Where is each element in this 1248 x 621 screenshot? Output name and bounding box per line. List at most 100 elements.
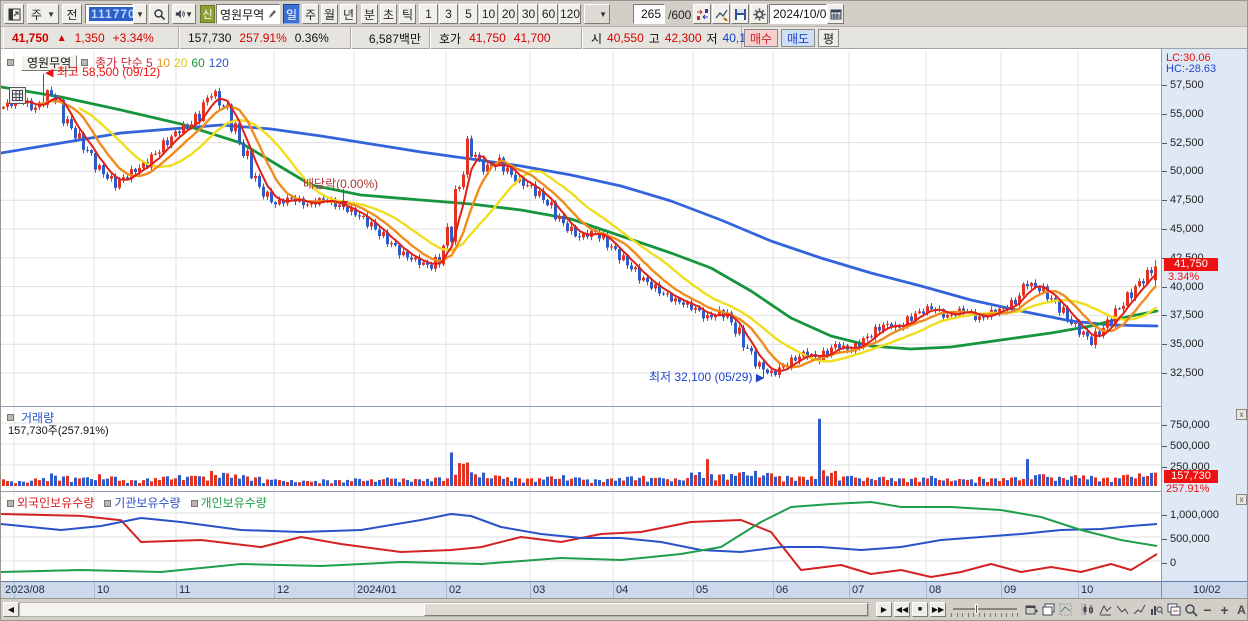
sound-icon[interactable]: ▼ xyxy=(172,4,196,24)
trade-value-cell: 6,587백만 xyxy=(351,27,430,49)
candle-count-input[interactable]: 265 xyxy=(633,4,665,24)
price-tick-label: 47,500 xyxy=(1170,194,1204,206)
slider-tick xyxy=(951,613,952,617)
peak-chart-icon[interactable] xyxy=(1097,601,1114,618)
legend-square-icon xyxy=(7,414,14,421)
price-change: 1,350 xyxy=(74,31,105,45)
settings-gear-icon[interactable] xyxy=(750,4,768,24)
period-button-월[interactable]: 월 xyxy=(321,4,338,24)
interval-button-1[interactable]: 1 xyxy=(419,4,438,24)
scroll-left-icon[interactable]: ◀ xyxy=(3,602,19,617)
volume-pane[interactable]: 거래량 157,730주(257.91%) xyxy=(1,407,1161,491)
price-tick-dash xyxy=(1162,315,1167,316)
avg-button[interactable]: 평 xyxy=(818,29,839,47)
date-label: 10 xyxy=(97,584,110,596)
interval-button-3[interactable]: 3 xyxy=(439,4,458,24)
date-axis[interactable]: 10/02 2023/08 10 11 12 2024/01 02 03 04 05 06 07 08… xyxy=(1,581,1247,599)
date-cell-divider xyxy=(1001,582,1002,599)
play-icon[interactable]: ▶ xyxy=(876,602,892,617)
tick-button-초[interactable]: 초 xyxy=(380,4,397,24)
cascade-windows-icon[interactable] xyxy=(1040,601,1057,618)
new-window-icon[interactable] xyxy=(1023,601,1040,618)
trendline-tool-icon[interactable] xyxy=(712,4,730,24)
holdings-pane[interactable]: 외국인보유수량 기관보유수량 개인보유수량 xyxy=(1,492,1161,581)
date-cell-divider xyxy=(94,582,95,599)
rewind-icon[interactable]: ◀◀ xyxy=(894,602,910,617)
compare-chart-icon[interactable] xyxy=(693,4,711,24)
low-annotation: 최저 32,100 (05/29) ▶ xyxy=(649,370,765,384)
prev-stock-button[interactable]: 전 xyxy=(62,4,82,24)
close-icon[interactable]: x xyxy=(1236,409,1247,420)
scrollbar-thumb[interactable] xyxy=(424,603,868,616)
pane-divider[interactable] xyxy=(1,491,1247,492)
interval-button-5[interactable]: 5 xyxy=(459,4,478,24)
date-picker-input[interactable]: 2024/10/02 xyxy=(769,4,833,24)
window-split-icon[interactable] xyxy=(4,4,24,24)
interval-button-20[interactable]: 20 xyxy=(499,4,518,24)
price-pane[interactable]: 영원무역 종가 단순 5 10 20 60 120 ◀ 최고 58,500 (0… xyxy=(1,51,1161,406)
candle-chart-icon[interactable] xyxy=(1080,601,1097,618)
chart-scrollbar[interactable] xyxy=(19,602,869,617)
save-icon[interactable] xyxy=(731,4,749,24)
chart-type-label: 주 xyxy=(31,7,43,22)
zoom-in-icon[interactable]: + xyxy=(1216,601,1233,618)
high-label: 고 xyxy=(648,31,660,46)
interval-button-60[interactable]: 60 xyxy=(539,4,558,24)
zoom-out-icon[interactable]: − xyxy=(1199,601,1216,618)
period-button-년[interactable]: 년 xyxy=(340,4,357,24)
stock-code-input[interactable]: 111770 xyxy=(85,4,138,24)
up-arrow-icon: ▲ xyxy=(56,32,67,44)
pane-divider[interactable] xyxy=(1,406,1247,407)
price-tick-label: 45,000 xyxy=(1170,223,1204,235)
slider-tick xyxy=(956,613,958,617)
fast-forward-icon[interactable]: ▶▶ xyxy=(930,602,946,617)
zoom-icon[interactable] xyxy=(1182,601,1199,618)
open-label: 시 xyxy=(591,31,603,46)
calendar-icon[interactable] xyxy=(827,4,844,24)
chart-type-combo[interactable]: 주 ▼ xyxy=(27,4,59,24)
volume-search-icon[interactable] xyxy=(1148,601,1165,618)
custom-interval-combo[interactable]: ▼ xyxy=(584,4,610,24)
volume-ratio: 257.91% xyxy=(239,31,287,45)
font-size-icon[interactable]: A xyxy=(1233,601,1247,618)
slider-tick xyxy=(1011,613,1013,617)
stop-icon[interactable]: ■ xyxy=(912,602,928,617)
search-icon[interactable] xyxy=(149,4,169,24)
date-label: 03 xyxy=(533,584,546,596)
price-tick-dash xyxy=(1162,200,1167,201)
legend-ma120: 120 xyxy=(208,55,229,70)
tick-button-틱[interactable]: 틱 xyxy=(399,4,416,24)
stock-code-dropdown[interactable]: ▼ xyxy=(133,4,147,24)
price-tick-label: 32,500 xyxy=(1170,367,1204,379)
date-cell-divider xyxy=(926,582,927,599)
period-button-일[interactable]: 일 xyxy=(283,4,300,24)
hoga-cell: 호가 41,750 41,700 xyxy=(430,27,582,49)
sell-button[interactable]: 매도 xyxy=(781,29,815,47)
date-label: 05 xyxy=(696,584,709,596)
hoga-label: 호가 xyxy=(439,31,462,46)
tick-button-분[interactable]: 분 xyxy=(361,4,378,24)
legend-square-icon xyxy=(7,500,14,507)
grid-toggle-icon[interactable] xyxy=(9,87,26,104)
institution-legend: 기관보유수량 xyxy=(114,496,181,510)
close-icon[interactable]: x xyxy=(1236,494,1247,505)
chart-switch-icon[interactable] xyxy=(1165,601,1182,618)
holdings-tick-label: 0 xyxy=(1170,557,1177,569)
period-button-주[interactable]: 주 xyxy=(302,4,319,24)
bid-price: 41,700 xyxy=(513,31,551,45)
interval-button-10[interactable]: 10 xyxy=(479,4,498,24)
volume-tick-dash xyxy=(1162,446,1167,447)
stock-name-field[interactable]: 영원무역 xyxy=(216,4,280,24)
down-line-icon[interactable] xyxy=(1114,601,1131,618)
slider-tick xyxy=(978,613,980,617)
date-label: 10 xyxy=(1081,584,1094,596)
zoom-slider-track[interactable] xyxy=(953,608,1017,610)
rise-line-icon[interactable] xyxy=(1131,601,1148,618)
buy-button[interactable]: 매수 xyxy=(744,29,778,47)
interval-button-30[interactable]: 30 xyxy=(519,4,538,24)
volume-tick-label: 500,000 xyxy=(1170,440,1210,452)
current-volume-marker: 157,730 xyxy=(1164,470,1218,483)
quote-price-cell: 41,750 ▲ 1,350 +3.34% xyxy=(3,27,179,49)
interval-button-120[interactable]: 120 xyxy=(559,4,581,24)
pattern-chart-icon[interactable] xyxy=(1057,601,1074,618)
